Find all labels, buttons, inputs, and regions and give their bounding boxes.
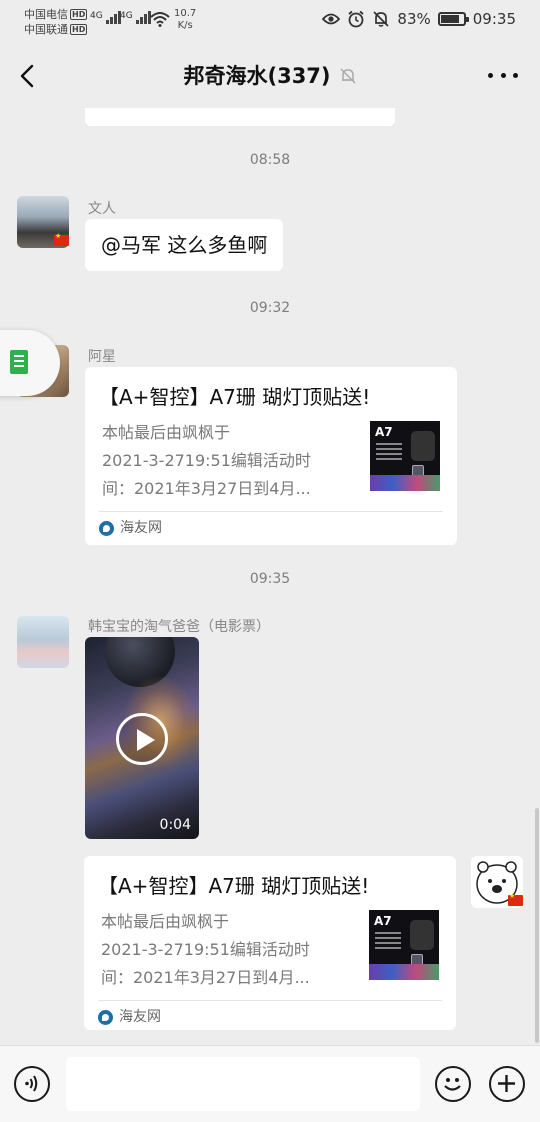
card-thumbnail: A7 bbox=[369, 910, 439, 980]
timestamp: 09:35 bbox=[249, 571, 291, 587]
wifi-icon bbox=[150, 12, 170, 27]
voice-icon[interactable] bbox=[14, 1066, 50, 1102]
signal-1-icon: 4G bbox=[90, 11, 122, 24]
message-text: @马军 这么多鱼啊 bbox=[101, 233, 268, 257]
message-list[interactable]: 08:58 文人 @马军 这么多鱼啊 09:32 阿星 【A+智控】A7珊 瑚灯… bbox=[0, 108, 540, 1045]
divider bbox=[98, 1000, 442, 1001]
more-icon[interactable] bbox=[488, 70, 518, 80]
avatar-hanbaobao[interactable] bbox=[17, 616, 69, 668]
card-source: 海友网 bbox=[98, 1007, 161, 1027]
link-card-self[interactable]: 【A+智控】A7珊 瑚灯顶贴送! 本帖最后由飒枫于 2021-3-2719:51… bbox=[84, 856, 456, 1030]
flag-icon bbox=[508, 892, 523, 906]
card-title: 【A+智控】A7珊 瑚灯顶贴送! bbox=[99, 385, 371, 409]
card-desc-line: 本帖最后由飒枫于 bbox=[102, 423, 231, 442]
hd-badge-2: HD bbox=[70, 24, 88, 35]
hd-badge-1: HD bbox=[70, 9, 88, 20]
thumb-label: A7 bbox=[375, 425, 393, 439]
source-name: 海友网 bbox=[119, 1009, 161, 1025]
sender-name: 韩宝宝的淘气爸爸（电影票） bbox=[88, 619, 270, 635]
card-desc-line: 本帖最后由飒枫于 bbox=[101, 912, 230, 931]
card-desc-line: 间：2021年3月27日到4月... bbox=[102, 479, 311, 498]
timestamp: 08:58 bbox=[249, 152, 291, 168]
status-right: 83% 09:35 bbox=[322, 10, 516, 28]
mute-bell-icon bbox=[339, 68, 356, 84]
carrier-2: 中国联通 bbox=[24, 23, 68, 36]
flag-icon bbox=[54, 232, 69, 246]
scrollbar[interactable] bbox=[535, 808, 539, 1043]
timestamp: 09:32 bbox=[249, 300, 291, 316]
chat-title: 邦奇海水(337) bbox=[183, 64, 331, 88]
plus-icon[interactable] bbox=[489, 1066, 525, 1102]
source-name: 海友网 bbox=[120, 520, 162, 536]
network-2-label: 4G bbox=[120, 11, 133, 21]
doc-icon bbox=[10, 350, 28, 374]
card-description: 本帖最后由飒枫于 2021-3-2719:51编辑活动时 间：2021年3月27… bbox=[102, 419, 342, 503]
clock: 09:35 bbox=[472, 10, 516, 28]
status-bar: 中国电信 HD 中国联通 HD 4G 4G 10.7 K/s 83% 09:35 bbox=[0, 0, 540, 44]
text-message-bubble[interactable]: @马军 这么多鱼啊 bbox=[85, 219, 284, 271]
link-card[interactable]: 【A+智控】A7珊 瑚灯顶贴送! 本帖最后由飒枫于 2021-3-2719:51… bbox=[85, 367, 457, 545]
network-speed: 10.7 K/s bbox=[174, 8, 196, 32]
play-icon[interactable] bbox=[116, 713, 168, 765]
video-duration: 0:04 bbox=[159, 817, 191, 833]
notification-off-icon bbox=[373, 11, 390, 27]
battery-percent: 83% bbox=[397, 10, 431, 28]
card-desc-line: 2021-3-2719:51编辑活动时 bbox=[101, 940, 310, 959]
source-icon bbox=[99, 520, 114, 536]
video-message[interactable]: 0:04 bbox=[85, 637, 199, 839]
divider bbox=[99, 511, 443, 512]
chat-header: 邦奇海水(337) bbox=[0, 44, 540, 108]
thumb-label: A7 bbox=[374, 914, 392, 928]
card-source: 海友网 bbox=[99, 518, 162, 538]
message-input[interactable] bbox=[66, 1057, 420, 1111]
card-thumbnail: A7 bbox=[370, 421, 440, 491]
battery-icon bbox=[437, 12, 469, 26]
speed-unit: K/s bbox=[177, 20, 193, 31]
eye-icon bbox=[322, 13, 341, 25]
signal-2-icon: 4G bbox=[120, 11, 152, 24]
card-desc-line: 2021-3-2719:51编辑活动时 bbox=[102, 451, 311, 470]
emoji-icon[interactable] bbox=[435, 1066, 471, 1102]
card-description: 本帖最后由飒枫于 2021-3-2719:51编辑活动时 间：2021年3月27… bbox=[101, 908, 341, 992]
network-1-label: 4G bbox=[90, 11, 103, 21]
partial-message-bubble[interactable] bbox=[85, 108, 395, 126]
sender-name: 阿星 bbox=[88, 349, 116, 365]
sender-name: 文人 bbox=[88, 201, 116, 217]
carrier-info: 中国电信 HD 中国联通 HD bbox=[24, 7, 88, 37]
speed-value: 10.7 bbox=[174, 8, 197, 19]
card-desc-line: 间：2021年3月27日到4月... bbox=[101, 968, 310, 987]
carrier-1: 中国电信 bbox=[24, 8, 68, 21]
alarm-icon bbox=[348, 10, 364, 28]
source-icon bbox=[98, 1009, 113, 1025]
chat-title-wrap: 邦奇海水(337) bbox=[0, 62, 540, 90]
input-bar bbox=[0, 1045, 540, 1122]
card-title: 【A+智控】A7珊 瑚灯顶贴送! bbox=[98, 874, 370, 898]
